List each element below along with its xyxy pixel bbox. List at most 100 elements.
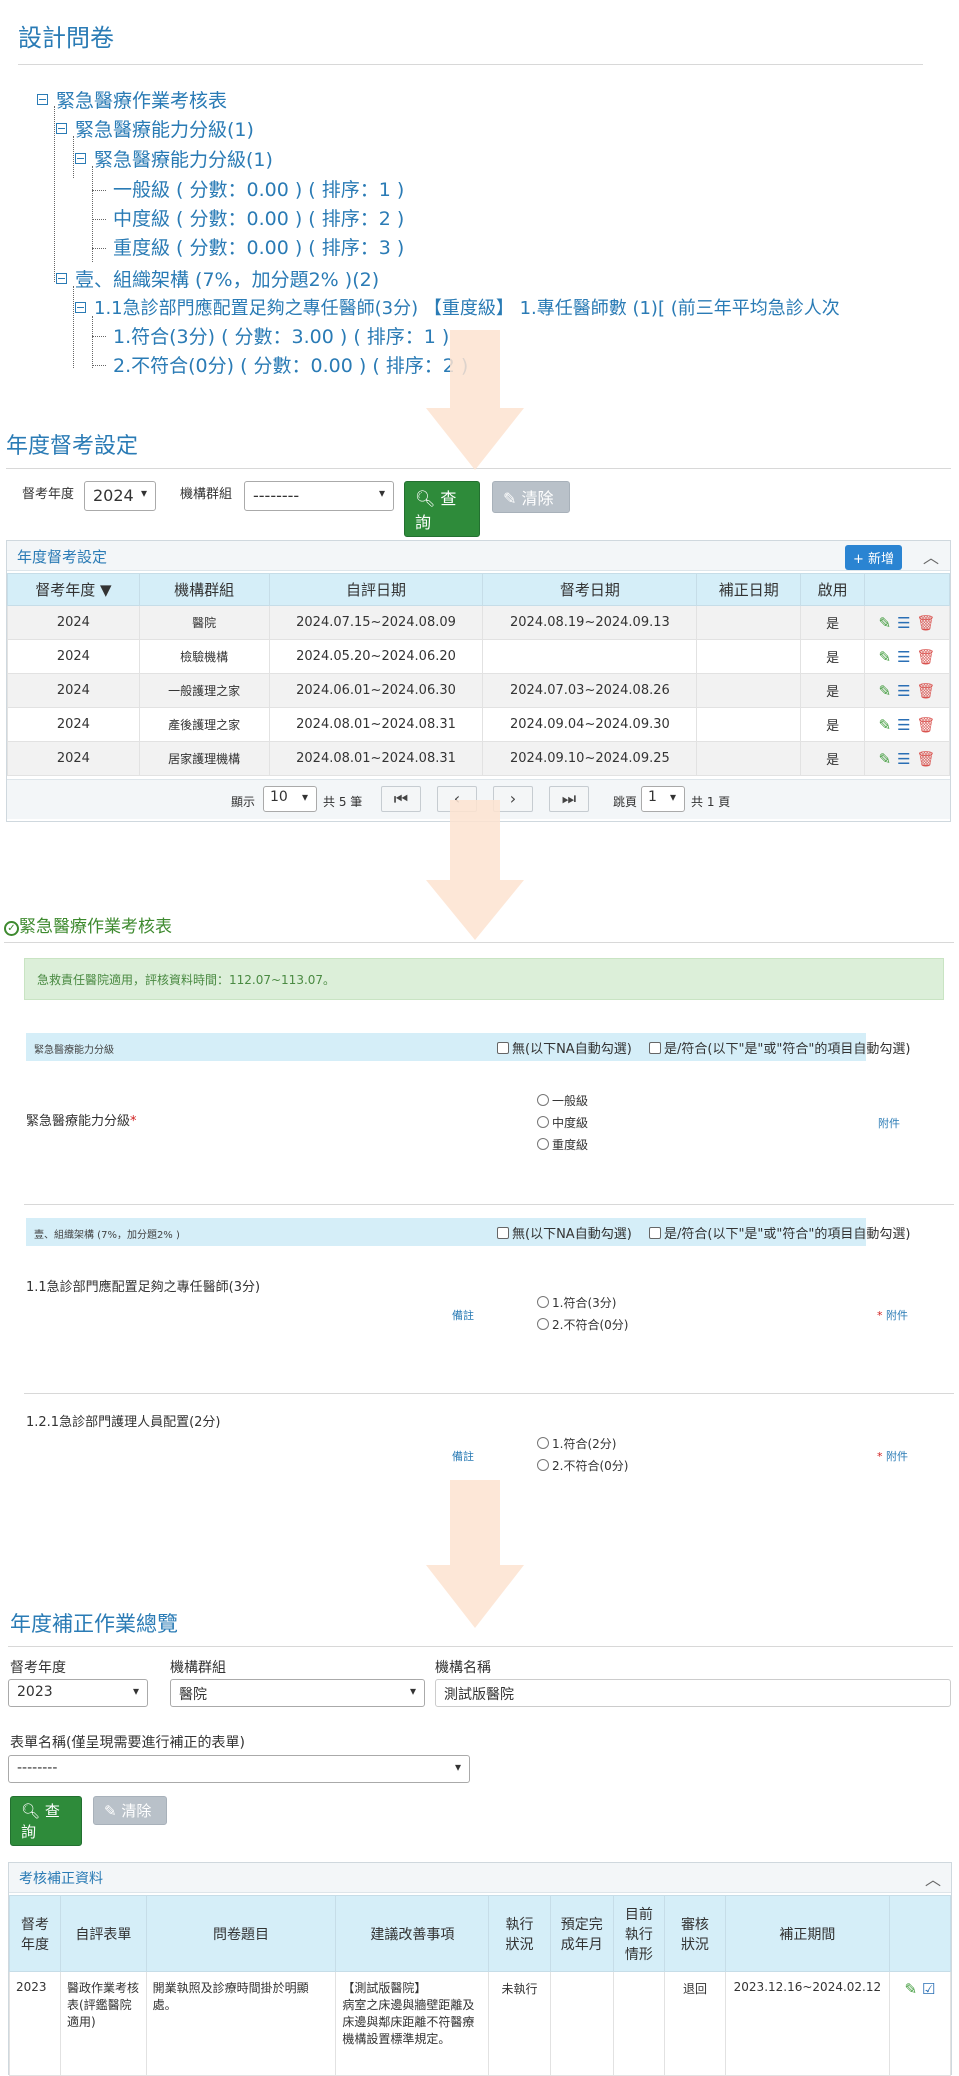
attachment-link[interactable]: * 附件 (877, 1307, 908, 1323)
section-check-na[interactable]: 無(以下NA自動勾選) (497, 1038, 632, 1057)
chevron-down-icon: ▾ (669, 790, 676, 804)
checkbox[interactable] (497, 1042, 509, 1054)
corr-form-label: 表單名稱(僅呈現需要進行補正的表單) (10, 1735, 245, 1751)
col-question: 問卷題目 (145, 1895, 337, 1972)
radio-option[interactable]: 重度級 (537, 1136, 588, 1153)
cell-actions: ✎ ☰ 🗑︎ (864, 673, 950, 708)
edit-pencil-icon[interactable]: ✎ (878, 648, 891, 666)
radio-circle[interactable] (537, 1094, 549, 1106)
radio-option[interactable]: 2.不符合(0分) (537, 1316, 628, 1333)
radio-option[interactable]: 中度級 (537, 1114, 588, 1131)
list-icon[interactable]: ☰ (897, 614, 910, 632)
tree-node-level[interactable]: 緊急醫療能力分級(1) (75, 115, 254, 142)
corr-name-input[interactable]: 測試版醫院 (435, 1679, 951, 1707)
list-icon[interactable]: ☰ (897, 716, 910, 734)
section-check-yes[interactable]: 是/符合(以下"是"或"符合"的項目自動勾選) (649, 1223, 910, 1242)
col-self-date: 自評日期 (268, 573, 484, 606)
checkbox[interactable] (649, 1042, 661, 1054)
radio-option[interactable]: 1.符合(3分) (537, 1294, 616, 1311)
clear-button[interactable]: ✎ 清除 (492, 481, 570, 513)
collapse-toggle[interactable] (75, 153, 86, 164)
radio-option[interactable]: 一般級 (537, 1092, 588, 1109)
col-current: 目前執行情形 (612, 1895, 665, 1972)
trash-icon[interactable]: 🗑︎ (917, 648, 936, 666)
corr-name-label: 機構名稱 (435, 1660, 491, 1676)
cell-actions: ✎ ☑ (888, 1971, 952, 2076)
corr-form-select[interactable]: -------- ▾ (8, 1755, 470, 1783)
note-link[interactable]: 備註 (452, 1448, 474, 1464)
tree-node-section[interactable]: 壹、組織架構 (7%，加分題2% )(2) (75, 265, 379, 292)
trash-icon[interactable]: 🗑︎ (917, 682, 936, 700)
corr-group-select[interactable]: 醫院 ▾ (170, 1679, 425, 1707)
edit-pencil-icon[interactable]: ✎ (878, 716, 891, 734)
corr-group-label: 機構群組 (170, 1660, 226, 1676)
collapse-toggle[interactable] (56, 273, 67, 284)
corr-year-select[interactable]: 2023 ▾ (8, 1679, 148, 1707)
corr-search-button[interactable]: 🔍︎ 查詢 (10, 1796, 82, 1846)
cell-fix-date (696, 707, 802, 742)
section-name: 緊急醫療能力分級 (34, 1045, 114, 1056)
cell-review: 退回 (663, 1971, 727, 2076)
cell-fix-date (696, 639, 802, 674)
next-page-button[interactable]: › (493, 786, 533, 812)
list-icon[interactable]: ☰ (897, 750, 910, 768)
radio-circle[interactable] (537, 1318, 549, 1330)
first-page-button[interactable]: ⏮︎ (381, 786, 421, 812)
cell-year: 2024 (7, 673, 140, 708)
attachment-link[interactable]: 附件 (878, 1115, 900, 1131)
checkbox[interactable] (497, 1227, 509, 1239)
tree-node-root[interactable]: 緊急醫療作業考核表 (56, 86, 227, 113)
cell-group: 醫院 (138, 605, 270, 640)
search-button[interactable]: 🔍︎ 查詢 (404, 481, 480, 537)
section-check-yes[interactable]: 是/符合(以下"是"或"符合"的項目自動勾選) (649, 1038, 910, 1057)
note-link[interactable]: 備註 (452, 1307, 474, 1323)
tree-node-option[interactable]: 中度級 ( 分數：0.00 ) ( 排序：2 ) (113, 204, 404, 231)
edit-pencil-icon[interactable]: ✎ (878, 682, 891, 700)
radio-option[interactable]: 2.不符合(0分) (537, 1457, 628, 1474)
cell-actions: ✎ ☰ 🗑︎ (864, 707, 950, 742)
page-size-select[interactable]: 10 ▾ (263, 786, 317, 812)
collapse-up-icon[interactable]: ︿ (919, 1866, 947, 1890)
collapse-toggle[interactable] (37, 94, 48, 105)
list-icon[interactable]: ☰ (897, 648, 910, 666)
radio-circle[interactable] (537, 1296, 549, 1308)
radio-circle[interactable] (537, 1459, 549, 1471)
tree-node-option[interactable]: 1.符合(3分) ( 分數：3.00 ) ( 排序：1 ) (113, 322, 449, 349)
last-page-button[interactable]: ⏭︎ (549, 786, 589, 812)
table-row: 2023 醫政作業考核表(評鑑醫院適用) 開業執照及診療時間掛於明顯處。 【測試… (9, 1971, 952, 2076)
edit-pencil-icon[interactable]: ✎ (878, 750, 891, 768)
page-jump-select[interactable]: 1 ▾ (641, 786, 685, 812)
year-select[interactable]: 2024 ▾ (84, 481, 156, 511)
form-title: ✓ 緊急醫療作業考核表 (4, 912, 172, 937)
collapse-toggle[interactable] (56, 123, 67, 134)
correction-table: 督考年度 自評表單 問卷題目 建議改善事項 執行狀況 預定完成年月 目前執行情形… (9, 1895, 952, 2076)
group-select[interactable]: -------- ▾ (244, 481, 394, 511)
tree-node-option[interactable]: 一般級 ( 分數：0.00 ) ( 排序：1 ) (113, 175, 404, 202)
eraser-icon: ✎ (104, 1802, 117, 1820)
radio-circle[interactable] (537, 1138, 549, 1150)
tree-node-level-sub[interactable]: 緊急醫療能力分級(1) (94, 145, 273, 172)
collapse-toggle[interactable] (75, 302, 86, 313)
add-button[interactable]: + 新增 (845, 545, 903, 570)
edit-pencil-icon[interactable]: ✎ (878, 614, 891, 632)
tree-node-option[interactable]: 2.不符合(0分) ( 分數：0.00 ) ( 排序：2 ) (113, 351, 468, 378)
checkbox[interactable] (649, 1227, 661, 1239)
trash-icon[interactable]: 🗑︎ (917, 716, 936, 734)
tree-node-option[interactable]: 重度級 ( 分數：0.00 ) ( 排序：3 ) (113, 233, 404, 260)
trash-icon[interactable]: 🗑︎ (917, 750, 936, 768)
attachment-link[interactable]: * 附件 (877, 1448, 908, 1464)
edit-pencil-icon[interactable]: ✎ (904, 1980, 917, 1998)
prev-page-button[interactable]: ‹ (437, 786, 477, 812)
tree-node-question[interactable]: 1.1急診部門應配置足夠之專任醫師(3分) 【重度級】 1.專任醫師數 (1)[… (94, 294, 840, 320)
radio-circle[interactable] (537, 1437, 549, 1449)
section-check-na[interactable]: 無(以下NA自動勾選) (497, 1223, 632, 1242)
radio-option[interactable]: 1.符合(2分) (537, 1435, 616, 1452)
collapse-up-icon[interactable]: ︿ (917, 544, 945, 568)
corr-clear-button[interactable]: ✎ 清除 (93, 1796, 167, 1825)
edit-square-icon[interactable]: ☑ (922, 1980, 935, 1998)
list-icon[interactable]: ☰ (897, 682, 910, 700)
radio-circle[interactable] (537, 1116, 549, 1128)
trash-icon[interactable]: 🗑︎ (917, 614, 936, 632)
col-year[interactable]: 督考年度 ▼ (7, 573, 140, 606)
cell-period: 2023.12.16~2024.02.12 (725, 1971, 890, 2076)
